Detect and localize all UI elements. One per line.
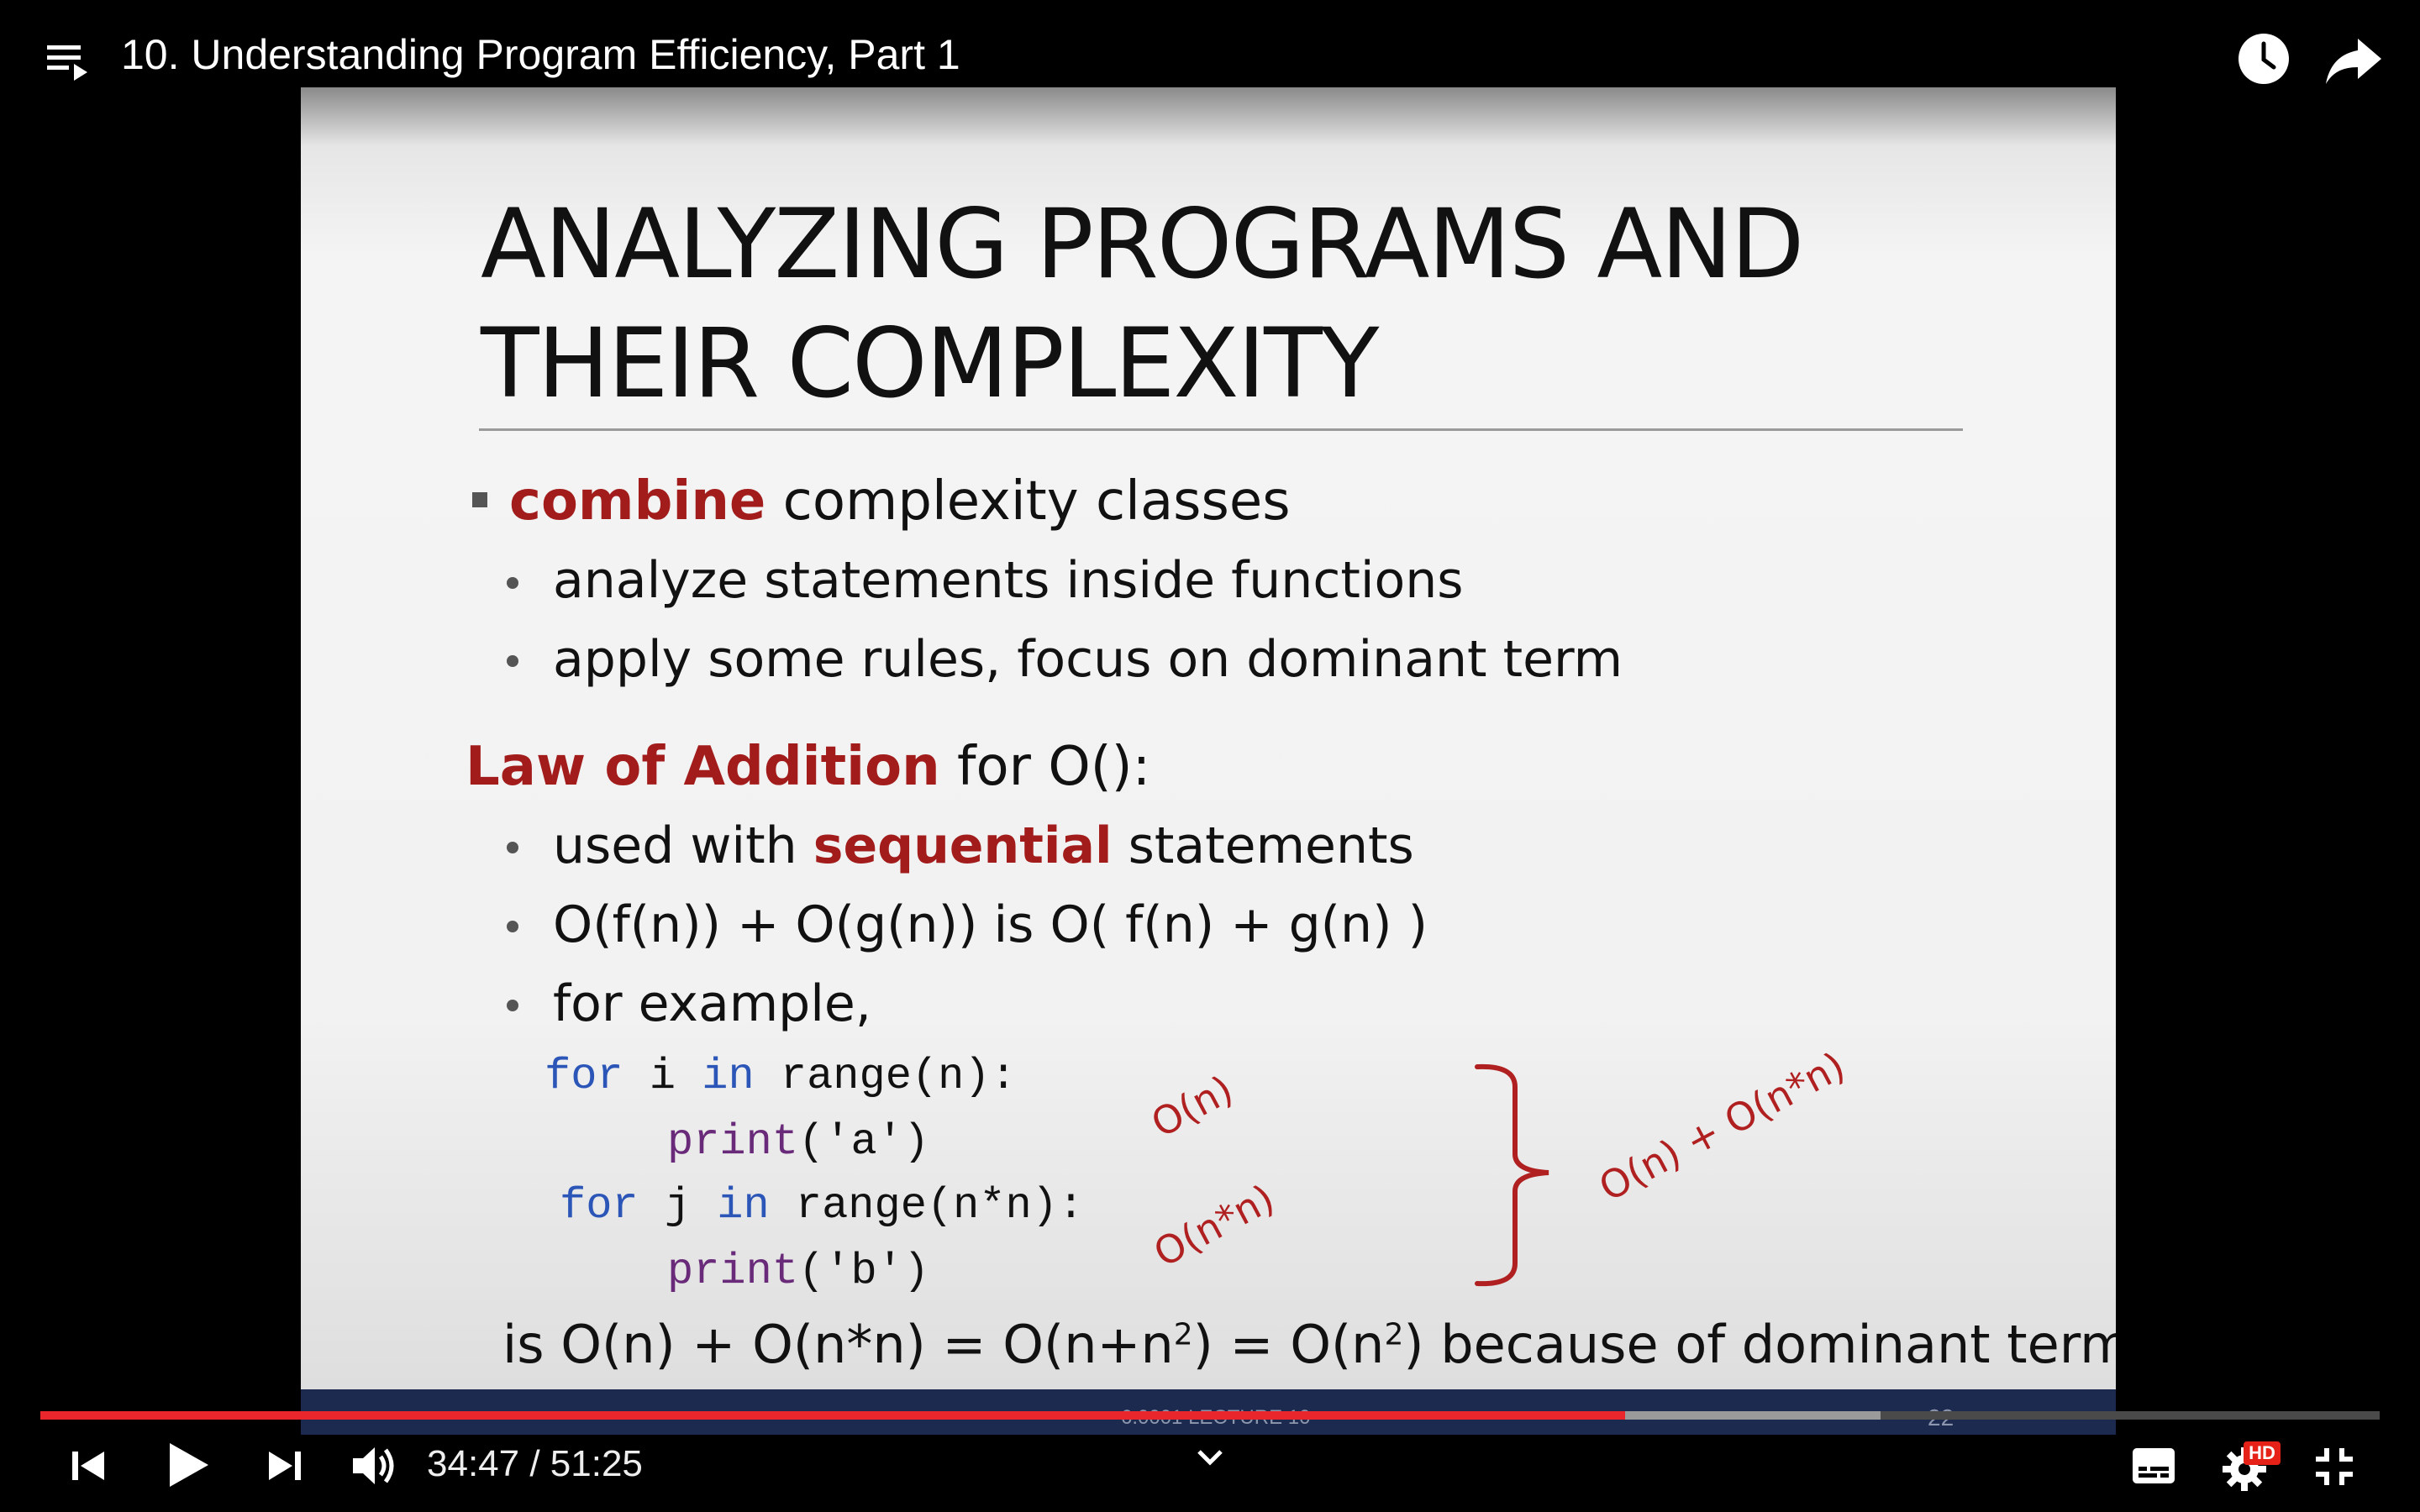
code-text: ('a') (798, 1117, 930, 1167)
round-bullet-icon (507, 1000, 518, 1011)
sequential-post: statements (1112, 816, 1414, 875)
round-bullet-icon (507, 577, 518, 589)
clock-icon[interactable] (2237, 32, 2291, 86)
play-icon[interactable] (166, 1441, 210, 1488)
skip-next-icon[interactable] (267, 1448, 302, 1483)
sequential-pre: used with (553, 816, 813, 875)
sub-bullet-addition-rule: O(f(n)) + O(g(n)) is O( f(n) + g(n) ) (553, 895, 1428, 954)
conclusion-text: ) = O(n (1192, 1314, 1385, 1375)
annotation-sum: O(n) + O(n*n) (1591, 1042, 1853, 1210)
round-bullet-icon (507, 842, 518, 853)
share-arrow-icon[interactable] (2324, 34, 2383, 87)
code-text: range(n*n): (769, 1181, 1085, 1231)
code-line-1: for i in range(n): (544, 1052, 1017, 1101)
conclusion-text: ) because of dominant term (1403, 1314, 2116, 1375)
time-display: 34:47 / 51:25 (427, 1443, 643, 1485)
bullet-combine-keyword: combine (509, 470, 766, 533)
round-bullet-icon (507, 921, 518, 932)
code-keyword: for (560, 1181, 639, 1231)
time-separator: / (519, 1443, 550, 1484)
sub-bullet-analyze: analyze statements inside functions (553, 551, 1464, 610)
code-text: ('b') (798, 1247, 930, 1296)
playlist-icon[interactable] (47, 42, 91, 86)
duration: 51:25 (550, 1443, 643, 1484)
square-bullet-icon (472, 492, 487, 507)
code-text: i (623, 1052, 702, 1101)
code-function: print (667, 1117, 799, 1167)
subtitles-icon[interactable] (2131, 1446, 2176, 1485)
progress-bar[interactable] (40, 1411, 2380, 1420)
conclusion-superscript: 2 (1173, 1317, 1193, 1352)
sequential-keyword: sequential (813, 816, 1113, 875)
hd-badge: HD (2244, 1441, 2281, 1465)
curly-brace-annotation (1475, 1063, 1549, 1287)
round-bullet-icon (507, 655, 518, 667)
skip-previous-icon[interactable] (71, 1448, 106, 1483)
video-frame-slide[interactable]: ANALYZING PROGRAMS AND THEIR COMPLEXITY … (301, 87, 2116, 1435)
code-keyword: in (702, 1052, 755, 1101)
conclusion-superscript: 2 (1384, 1317, 1404, 1352)
conclusion-text: is O(n) + O(n*n) = O(n+n (502, 1314, 1174, 1375)
law-keyword: Law of Addition (466, 736, 940, 798)
code-keyword: for (544, 1052, 623, 1101)
annotation-o-n-squared: O(n*n) (1146, 1175, 1282, 1276)
code-line-3: for j in range(n*n): (560, 1181, 1084, 1231)
title-divider (479, 428, 1963, 431)
annotation-o-n: O(n) (1144, 1066, 1241, 1147)
volume-icon[interactable] (351, 1445, 397, 1487)
law-of-addition-heading: Law of Addition for O(): (466, 736, 1150, 798)
code-text: j (638, 1181, 718, 1231)
slide-title-line1: ANALYZING PROGRAMS AND (481, 188, 1804, 300)
exit-fullscreen-icon[interactable] (2314, 1446, 2354, 1487)
conclusion-line: is O(n) + O(n*n) = O(n+n2) = O(n2) becau… (502, 1314, 2116, 1375)
chevron-down-icon[interactable] (1197, 1448, 1223, 1467)
video-top-bar: 10. Understanding Program Efficiency, Pa… (0, 0, 2420, 87)
law-rest: for O(): (939, 736, 1151, 798)
slide-title: ANALYZING PROGRAMS AND THEIR COMPLEXITY (481, 185, 1804, 423)
current-time: 34:47 (427, 1443, 520, 1484)
code-keyword: in (717, 1181, 770, 1231)
slide-title-line2: THEIR COMPLEXITY (481, 307, 1379, 419)
sub-bullet-sequential: used with sequential statements (553, 816, 1414, 875)
code-line-2: print('a') (667, 1117, 929, 1167)
bullet-combine-text: complexity classes (765, 470, 1291, 533)
code-text: range(n): (754, 1052, 1017, 1101)
sub-bullet-rules: apply some rules, focus on dominant term (553, 630, 1623, 689)
settings-button[interactable]: HD (2222, 1441, 2286, 1492)
video-title[interactable]: 10. Understanding Program Efficiency, Pa… (121, 30, 960, 79)
sub-bullet-example: for example, (553, 974, 871, 1033)
code-line-4: print('b') (667, 1247, 929, 1296)
code-function: print (667, 1247, 799, 1296)
progress-played (40, 1411, 1626, 1420)
bullet-combine: combine complexity classes (509, 470, 1291, 533)
